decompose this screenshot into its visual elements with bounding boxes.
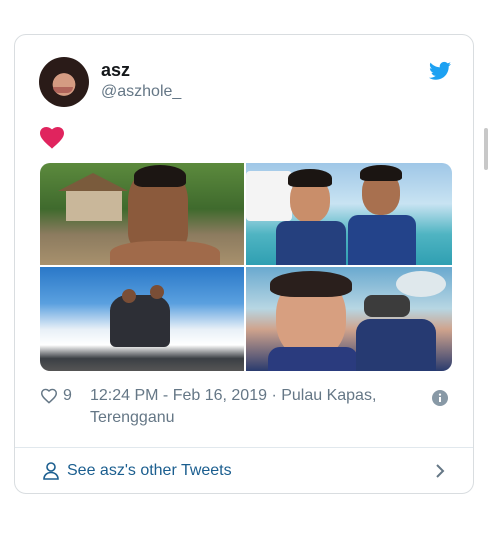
avatar[interactable] [39,57,89,107]
photo-3[interactable] [40,267,244,371]
photo-4[interactable] [246,267,452,371]
chevron-right-icon[interactable] [435,463,445,479]
photo-1[interactable] [40,163,244,265]
heart-outline-icon[interactable] [40,388,58,404]
photo-gallery [40,163,452,371]
timestamp-location[interactable]: 12:24 PM - Feb 16, 2019 · Pulau Kapas, T… [90,385,390,429]
twitter-bird-icon[interactable] [429,61,451,81]
divider [15,447,473,448]
scrollbar[interactable] [484,128,488,170]
embedded-tweet-card: asz @aszhole_ 9 12:24 PM - Feb 16, 2019 … [14,34,474,494]
red-heart-emoji [40,127,64,149]
author-handle[interactable]: @aszhole_ [101,83,181,101]
see-more-tweets-link[interactable]: See asz's other Tweets [43,459,232,483]
author-name[interactable]: asz [101,60,130,81]
info-icon[interactable] [432,390,448,406]
see-more-label: See asz's other Tweets [67,462,232,479]
like-count[interactable]: 9 [63,385,72,407]
photo-2[interactable] [246,163,452,265]
person-icon [43,462,59,480]
